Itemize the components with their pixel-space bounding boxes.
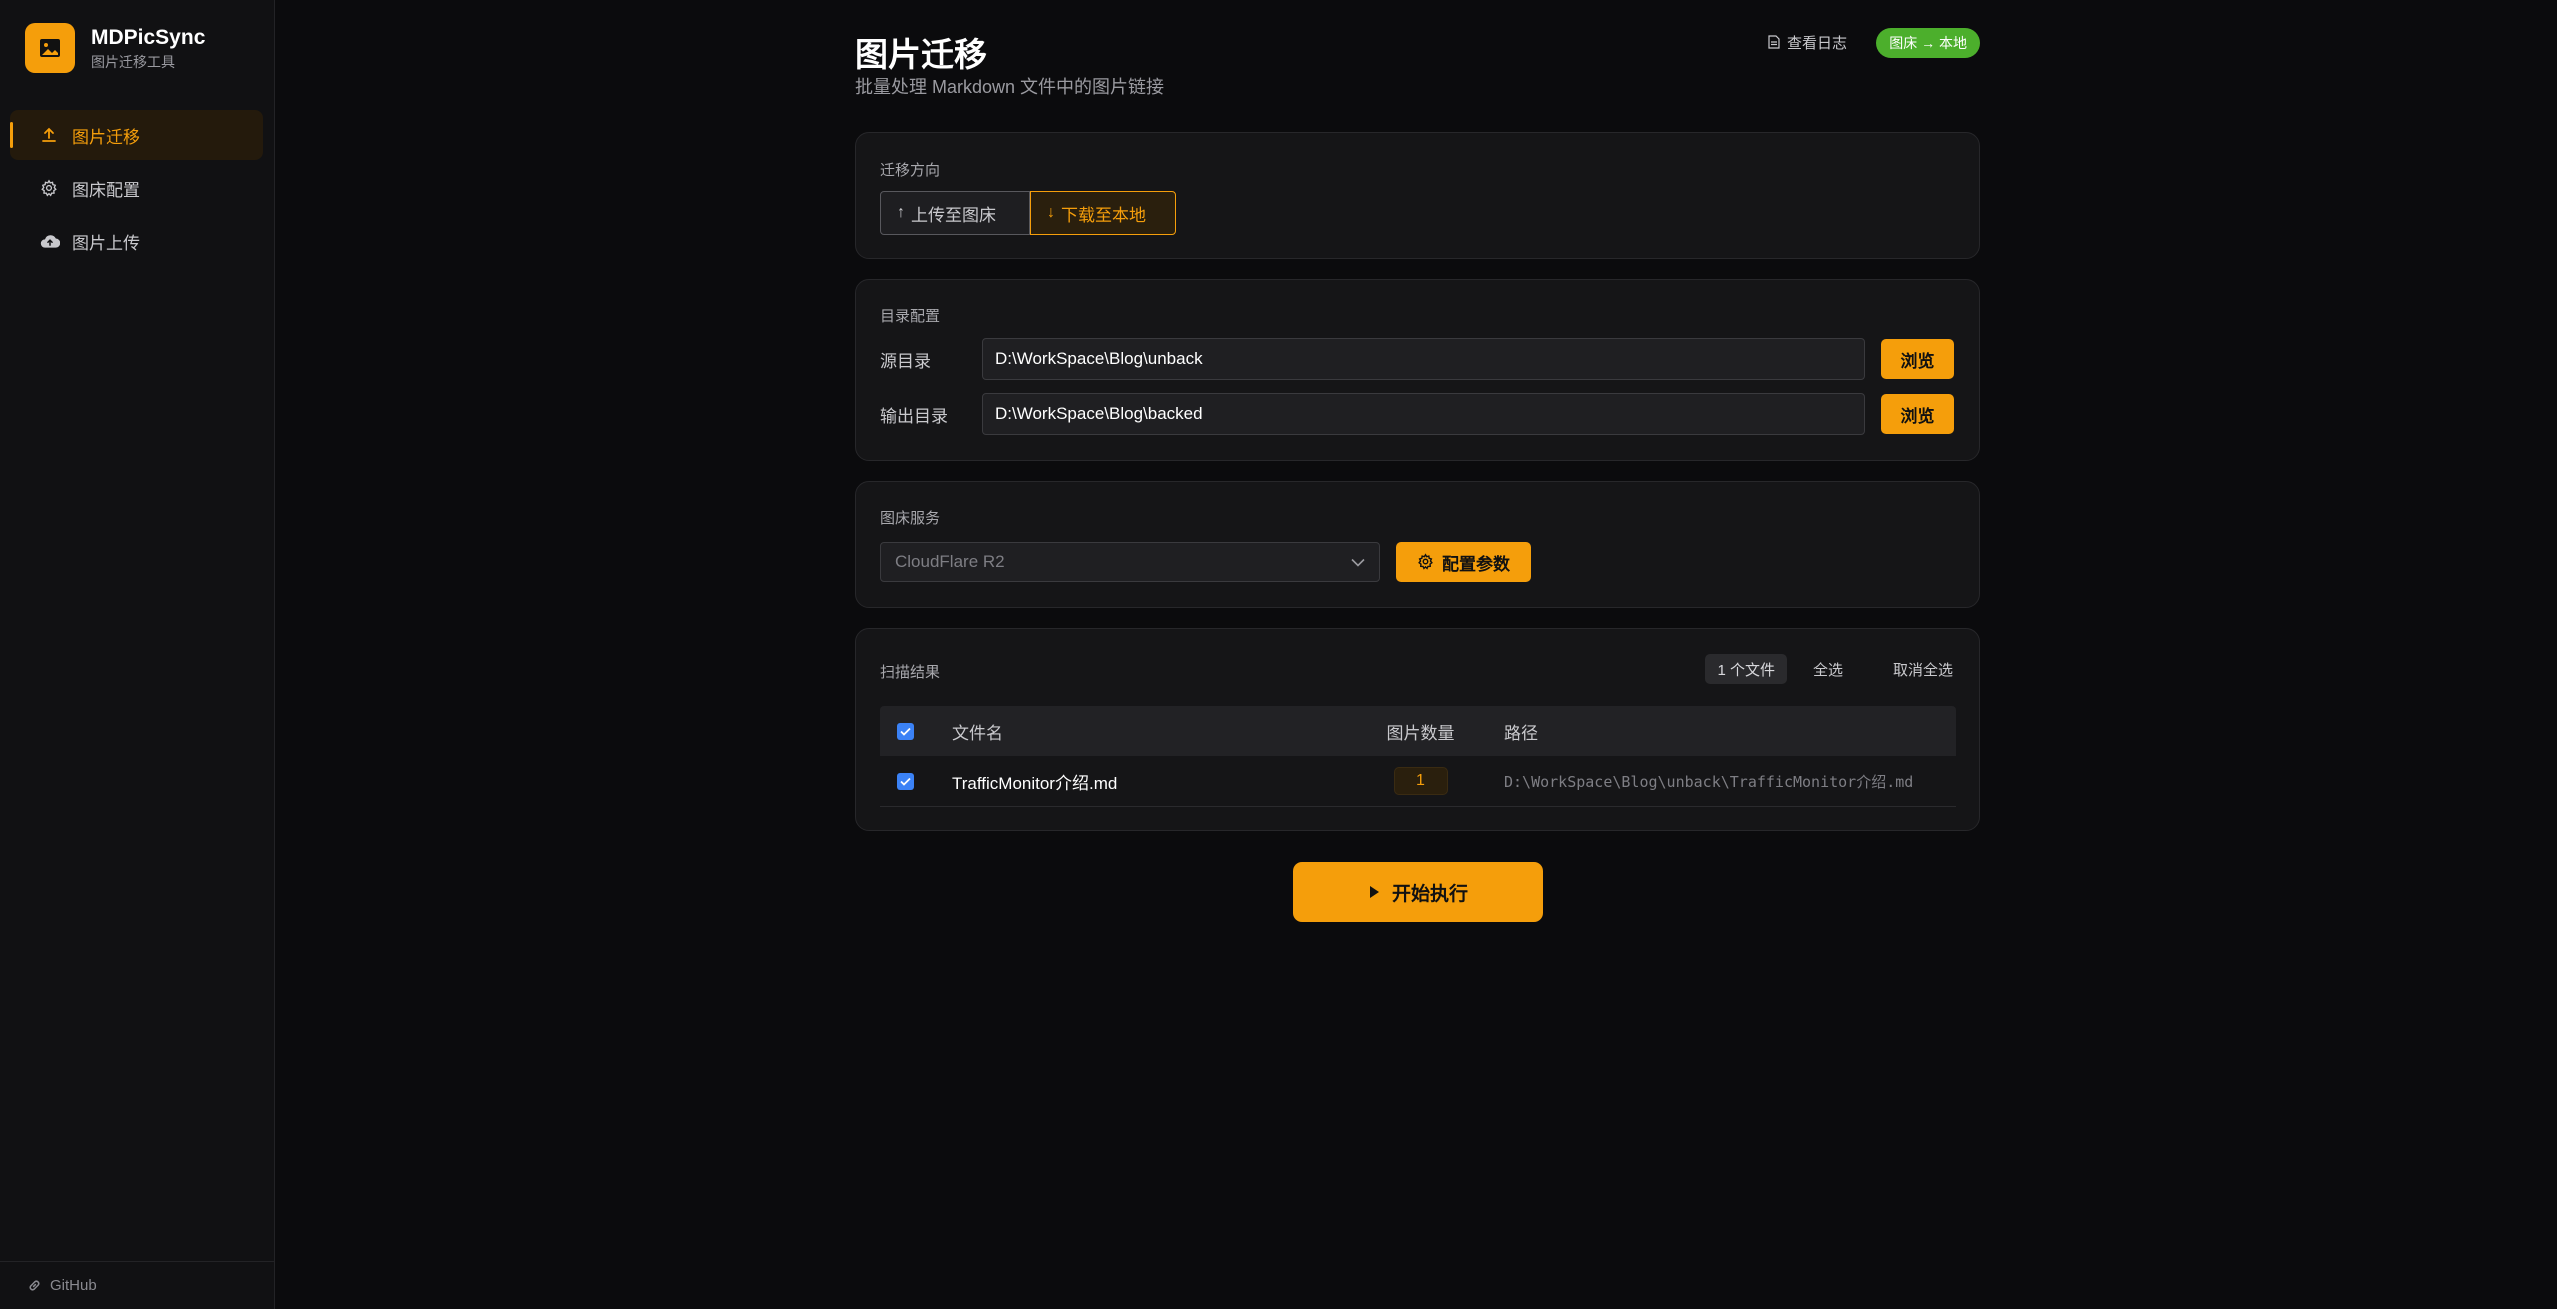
play-icon xyxy=(1368,885,1382,899)
deselect-all-button[interactable]: 取消全选 xyxy=(1881,654,1965,684)
download-to-local-button[interactable]: ↓ 下载至本地 xyxy=(1030,191,1176,235)
scan-table: 文件名 图片数量 路径 TrafficMonitor介绍.md 1 D:\Wor… xyxy=(880,706,1956,807)
browse-output-button[interactable]: 浏览 xyxy=(1881,394,1954,434)
github-label: GitHub xyxy=(50,1277,97,1294)
image-icon xyxy=(25,23,75,73)
host-service-select[interactable]: CloudFlare R2 xyxy=(880,542,1380,582)
app-subtitle: 图片迁移工具 xyxy=(91,53,175,70)
row-checkbox[interactable] xyxy=(896,772,914,790)
direction-toggle: ↑ 上传至图床 ↓ 下载至本地 xyxy=(880,191,1176,235)
start-execute-button[interactable]: 开始执行 xyxy=(1293,862,1543,922)
download-to-local-label: 下载至本地 xyxy=(1061,205,1146,225)
sidebar-item-host-config[interactable]: 图床配置 xyxy=(10,163,263,213)
table-header: 文件名 图片数量 路径 xyxy=(880,706,1956,756)
output-dir-label: 输出目录 xyxy=(880,406,948,426)
scan-results-card: 扫描结果 1 个文件 全选 取消全选 文件名 图片数量 路径 TrafficMo… xyxy=(855,628,1980,831)
host-service-label: 图床服务 xyxy=(880,510,941,527)
upload-to-host-label: 上传至图床 xyxy=(911,205,996,225)
upload-to-host-button[interactable]: ↑ 上传至图床 xyxy=(880,191,1030,235)
main-content: 图片迁移 批量处理 Markdown 文件中的图片链接 查看日志 图床 → 本地… xyxy=(855,0,1980,922)
direction-card: 迁移方向 ↑ 上传至图床 ↓ 下载至本地 xyxy=(855,132,1980,259)
brand: MDPicSync 图片迁移工具 xyxy=(25,23,205,73)
select-all-button[interactable]: 全选 xyxy=(1801,654,1855,684)
source-dir-input[interactable]: D:\WorkSpace\Blog\unback xyxy=(982,338,1865,380)
source-dir-row: 源目录 D:\WorkSpace\Blog\unback 浏览 xyxy=(880,338,1955,380)
view-log-link[interactable]: 查看日志 xyxy=(1768,32,1847,53)
sidebar-item-label: 图片迁移 xyxy=(72,127,140,147)
start-execute-label: 开始执行 xyxy=(1391,883,1468,905)
output-dir-input[interactable]: D:\WorkSpace\Blog\backed xyxy=(982,393,1865,435)
sidebar-item-image-upload[interactable]: 图片上传 xyxy=(10,216,263,266)
host-service-value: CloudFlare R2 xyxy=(895,552,1005,571)
view-log-label: 查看日志 xyxy=(1786,35,1847,52)
scan-actions: 1 个文件 全选 取消全选 xyxy=(1705,654,1965,684)
output-dir-row: 输出目录 D:\WorkSpace\Blog\backed 浏览 xyxy=(880,393,1955,435)
row-image-count: 1 xyxy=(1393,767,1448,795)
config-params-button[interactable]: 配置参数 xyxy=(1396,542,1531,582)
table-row[interactable]: TrafficMonitor介绍.md 1 D:\WorkSpace\Blog\… xyxy=(880,756,1956,807)
github-link[interactable]: GitHub xyxy=(0,1261,275,1309)
column-header-image-count: 图片数量 xyxy=(1386,723,1455,743)
browse-source-button[interactable]: 浏览 xyxy=(1881,339,1954,379)
host-card: 图床服务 CloudFlare R2 配置参数 xyxy=(855,481,1980,608)
gear-icon xyxy=(1417,553,1435,571)
mode-badge: 图床 → 本地 xyxy=(1876,28,1980,58)
column-header-filename: 文件名 xyxy=(952,723,1003,743)
sidebar: MDPicSync 图片迁移工具 图片迁移 图床配置 图片上传 GitHub xyxy=(0,0,275,1309)
directory-card: 目录配置 源目录 D:\WorkSpace\Blog\unback 浏览 输出目… xyxy=(855,279,1980,461)
page-subtitle: 批量处理 Markdown 文件中的图片链接 xyxy=(855,77,1165,97)
column-header-path: 路径 xyxy=(1504,723,1538,743)
config-params-label: 配置参数 xyxy=(1442,554,1510,574)
file-count-badge: 1 个文件 xyxy=(1705,654,1787,684)
document-icon xyxy=(1768,34,1782,51)
scan-results-label: 扫描结果 xyxy=(880,664,941,681)
cloud-upload-icon xyxy=(40,231,60,251)
sidebar-item-label: 图片上传 xyxy=(72,233,140,253)
page-header: 图片迁移 批量处理 Markdown 文件中的图片链接 查看日志 图床 → 本地 xyxy=(855,0,1980,132)
select-all-checkbox[interactable] xyxy=(896,722,914,740)
sidebar-nav: 图片迁移 图床配置 图片上传 xyxy=(10,110,263,269)
source-dir-label: 源目录 xyxy=(880,351,931,371)
arrow-down-icon: ↓ xyxy=(1047,204,1055,221)
app-name: MDPicSync xyxy=(91,25,206,49)
direction-label: 迁移方向 xyxy=(880,162,941,179)
directory-config-label: 目录配置 xyxy=(880,308,941,325)
page-title: 图片迁移 xyxy=(855,36,987,73)
gear-icon xyxy=(40,178,60,198)
sidebar-item-migrate[interactable]: 图片迁移 xyxy=(10,110,263,160)
link-icon xyxy=(27,1278,43,1294)
row-filename: TrafficMonitor介绍.md xyxy=(952,773,1118,793)
sidebar-item-label: 图床配置 xyxy=(72,180,140,200)
row-path: D:\WorkSpace\Blog\unback\TrafficMonitor介… xyxy=(1504,772,1914,791)
upload-icon xyxy=(40,125,60,145)
chevron-down-icon xyxy=(1351,552,1365,572)
arrow-up-icon: ↑ xyxy=(897,204,905,221)
